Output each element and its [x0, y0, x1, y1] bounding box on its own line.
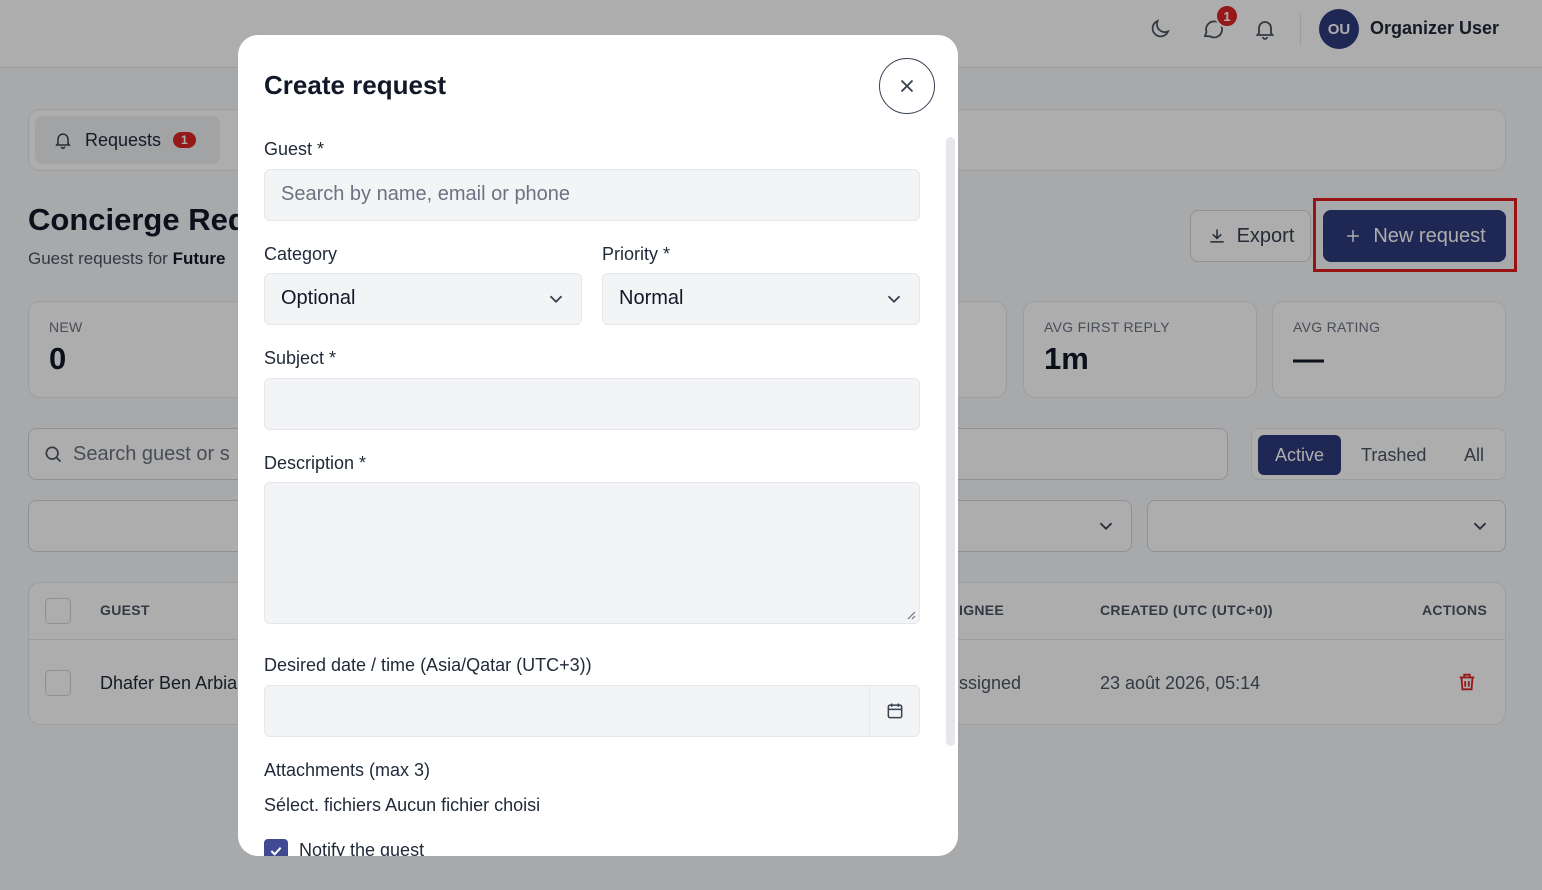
guest-search-input[interactable]: Search by name, email or phone	[264, 169, 920, 221]
priority-select[interactable]: Normal	[602, 273, 920, 325]
attachments-label: Attachments (max 3)	[264, 760, 431, 780]
notify-guest-checkbox[interactable]	[264, 839, 288, 856]
chevron-down-icon	[887, 295, 901, 304]
create-request-modal: Create request Guest * Search by name, e…	[238, 35, 958, 856]
notify-guest-label: Notify the guest	[299, 840, 425, 856]
priority-label: Priority *	[602, 244, 671, 264]
description-label: Description *	[264, 453, 367, 473]
category-value: Optional	[281, 287, 356, 309]
subject-label: Subject *	[264, 348, 337, 368]
chevron-down-icon	[549, 295, 563, 304]
guest-placeholder: Search by name, email or phone	[281, 183, 571, 205]
file-input[interactable]: Sélect. fichiers Aucun fichier choisi	[264, 795, 540, 816]
desired-date-label: Desired date / time (Asia/Qatar (UTC+3))	[264, 655, 592, 675]
file-select-button[interactable]: Sélect. fichiers	[264, 795, 381, 815]
close-button[interactable]	[879, 58, 935, 114]
file-status: Aucun fichier choisi	[385, 795, 541, 815]
scrollbar[interactable]	[946, 137, 955, 746]
category-select[interactable]: Optional	[264, 273, 582, 325]
category-label: Category	[264, 244, 338, 264]
modal-title: Create request	[264, 70, 447, 100]
check-icon	[270, 846, 282, 856]
calendar-button[interactable]	[870, 686, 920, 736]
resize-handle-icon[interactable]	[906, 610, 916, 620]
subject-input[interactable]	[264, 378, 920, 430]
desired-date-input[interactable]	[264, 685, 920, 737]
priority-value: Normal	[619, 287, 684, 309]
calendar-icon	[887, 703, 903, 719]
description-textarea[interactable]	[264, 482, 920, 624]
guest-label: Guest *	[264, 139, 325, 159]
close-icon	[900, 79, 914, 93]
